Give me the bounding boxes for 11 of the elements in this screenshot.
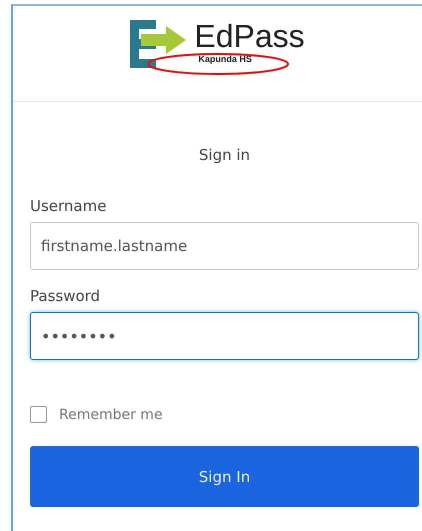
field-label: Username <box>30 197 108 215</box>
input-field[interactable]: firstname.lastname <box>30 222 419 270</box>
checkbox[interactable] <box>30 406 47 423</box>
input-field[interactable]: •••••••• <box>30 312 419 360</box>
form-title: Sign in <box>198 146 252 164</box>
school-name: Kapunda HS <box>198 54 253 64</box>
field-label: Password <box>30 287 102 305</box>
logo-icon <box>130 20 188 68</box>
logo-name: EdPass <box>194 18 305 54</box>
sign-in-button[interactable]: Sign In <box>30 446 419 507</box>
checkbox-label: Remember me <box>59 406 163 422</box>
